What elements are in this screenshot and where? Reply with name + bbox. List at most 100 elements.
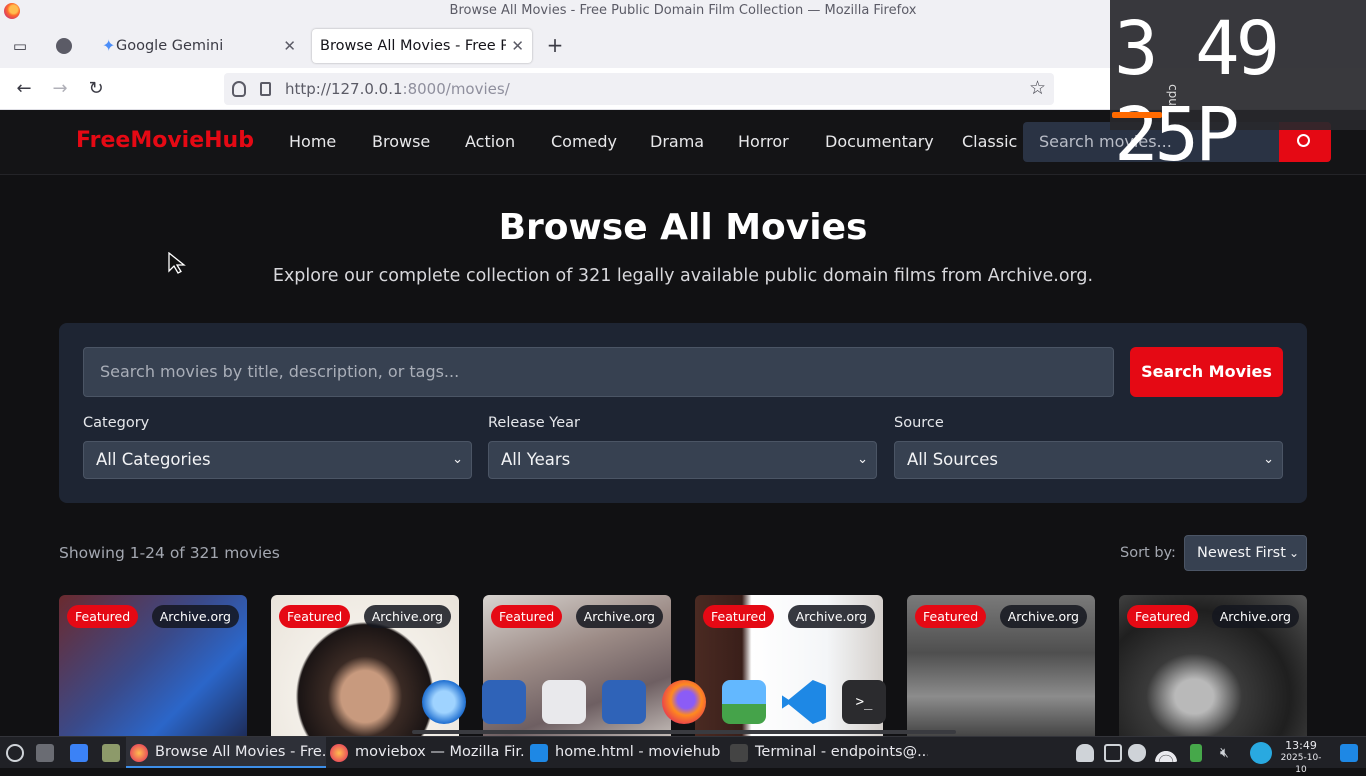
taskbar-item-vscode[interactable]: home.html - moviehub ... [528, 737, 722, 768]
firefox-icon [4, 3, 20, 19]
taskbar-item-label: home.html - moviehub ... [555, 744, 722, 760]
firefox-icon [330, 744, 348, 762]
new-tab-icon[interactable]: + [543, 33, 567, 57]
nav-documentary[interactable]: Documentary [825, 132, 934, 151]
taskbar: Browse All Movies - Fre... moviebox — Mo… [0, 736, 1366, 775]
thunderbird-icon[interactable] [422, 680, 466, 724]
cpu-label: cpu [1165, 84, 1180, 106]
category-value: All Categories [96, 450, 211, 469]
filter-panel: Search movies by title, description, or … [59, 323, 1307, 503]
category-select[interactable]: All Categories ⌄ [83, 441, 472, 479]
app-dock: >_ [412, 674, 956, 736]
terminal-icon[interactable]: >_ [842, 680, 886, 724]
url-host: http://127.0.0.1 [285, 80, 403, 98]
source-badge: Archive.org [151, 605, 239, 628]
sort-label: Sort by: [1120, 545, 1176, 561]
notifications-icon[interactable] [1076, 744, 1094, 762]
vscode-icon[interactable] [782, 680, 826, 724]
firefox-icon[interactable] [662, 680, 706, 724]
shield-icon[interactable] [232, 81, 246, 97]
url-path: :8000/movies/ [402, 80, 510, 98]
nav-classic[interactable]: Classic [962, 132, 1017, 151]
nav-horror[interactable]: Horror [738, 132, 789, 151]
sort-select[interactable]: Newest First ⌄ [1184, 535, 1307, 571]
taskbar-item-label: Terminal - endpoints@... [755, 744, 928, 760]
shield-icon[interactable] [1128, 744, 1146, 762]
tab-google-gemini[interactable]: ✦ Google Gemini ✕ [88, 29, 304, 63]
source-badge: Archive.org [999, 605, 1087, 628]
clock-digits: 3 49 25P [1114, 6, 1280, 178]
nav-action[interactable]: Action [465, 132, 515, 151]
vscode-icon [530, 744, 548, 762]
source-badge: Archive.org [787, 605, 875, 628]
page-subtitle: Explore our complete collection of 321 l… [272, 266, 1094, 286]
vscode-icon[interactable] [1340, 744, 1358, 762]
nav-drama[interactable]: Drama [650, 132, 704, 151]
chevron-down-icon: ⌄ [1288, 546, 1299, 560]
clipboard-icon[interactable] [1104, 744, 1122, 762]
source-badge: Archive.org [1211, 605, 1299, 628]
release-year-value: All Years [501, 450, 571, 469]
nav-home[interactable]: Home [289, 132, 336, 151]
updates-icon[interactable] [1250, 742, 1272, 764]
video-player-icon[interactable] [482, 680, 526, 724]
url-text[interactable]: http://127.0.0.1:8000/movies/ [285, 73, 510, 105]
featured-badge: Featured [67, 605, 139, 628]
taskbar-item-terminal[interactable]: Terminal - endpoints@... [728, 737, 928, 768]
source-label: Source [894, 415, 944, 431]
taskbar-item-moviebox[interactable]: moviebox — Mozilla Fir... [328, 737, 524, 768]
dock-shelf [412, 730, 956, 734]
forward-icon[interactable]: → [48, 77, 72, 101]
site-logo[interactable]: FreeMovieHub [76, 128, 254, 153]
battery-icon[interactable] [1190, 744, 1202, 762]
movie-card[interactable]: Featured Archive.org [1119, 595, 1307, 740]
release-year-select[interactable]: All Years ⌄ [488, 441, 877, 479]
release-year-label: Release Year [488, 415, 580, 431]
tab-label: Browse All Movies - Free Public Domain F… [320, 38, 506, 54]
clock-widget: 3 49 25P cpu [1110, 0, 1366, 178]
featured-badge: Featured [491, 605, 563, 628]
url-bar[interactable]: http://127.0.0.1:8000/movies/ ☆ [224, 73, 1054, 105]
movie-search-input[interactable]: Search movies by title, description, or … [83, 347, 1114, 397]
image-viewer-icon[interactable] [722, 680, 766, 724]
featured-badge: Featured [1127, 605, 1199, 628]
nav-browse[interactable]: Browse [372, 132, 430, 151]
close-tab-icon[interactable]: ✕ [283, 29, 296, 63]
text-editor-icon[interactable] [542, 680, 586, 724]
page-icon[interactable] [260, 82, 271, 96]
taskbar-item-browse-movies[interactable]: Browse All Movies - Fre... [126, 737, 326, 768]
menu-icon[interactable] [6, 744, 24, 762]
back-icon[interactable]: ← [12, 77, 36, 101]
github-icon[interactable] [56, 38, 72, 54]
nav-comedy[interactable]: Comedy [551, 132, 617, 151]
gemini-icon: ✦ [102, 36, 116, 55]
featured-badge: Featured [703, 605, 775, 628]
search-movies-button[interactable]: Search Movies [1130, 347, 1283, 397]
files-icon[interactable] [102, 744, 120, 762]
chevron-down-icon: ⌄ [857, 452, 868, 467]
bookmark-star-icon[interactable]: ☆ [1029, 77, 1046, 99]
category-label: Category [83, 415, 150, 431]
media-player-icon[interactable] [602, 680, 646, 724]
mute-icon[interactable]: 🔇︎ [1220, 744, 1238, 762]
window-title: Browse All Movies - Free Public Domain F… [449, 3, 917, 18]
tray-clock[interactable]: 13:49 2025-10-10 [1276, 739, 1326, 776]
featured-badge: Featured [915, 605, 987, 628]
source-select[interactable]: All Sources ⌄ [894, 441, 1283, 479]
taskbar-item-label: Browse All Movies - Fre... [155, 744, 326, 760]
page-title: Browse All Movies [498, 207, 868, 248]
sort-value: Newest First [1197, 545, 1286, 561]
source-badge: Archive.org [363, 605, 451, 628]
tab-overview-icon[interactable]: ▭ [8, 34, 32, 58]
results-count: Showing 1-24 of 321 movies [59, 544, 280, 562]
tab-browse-movies[interactable]: Browse All Movies - Free Public Domain F… [312, 29, 532, 63]
movie-card[interactable]: Featured Archive.org [59, 595, 247, 740]
chevron-down-icon: ⌄ [452, 452, 463, 467]
wifi-icon[interactable] [1154, 744, 1178, 762]
close-tab-icon[interactable]: ✕ [508, 29, 524, 63]
show-desktop-icon[interactable] [70, 744, 88, 762]
reload-icon[interactable]: ↻ [84, 77, 108, 101]
featured-badge: Featured [279, 605, 351, 628]
bluetooth-icon[interactable] [36, 744, 54, 762]
tray-time: 13:49 [1285, 739, 1317, 752]
